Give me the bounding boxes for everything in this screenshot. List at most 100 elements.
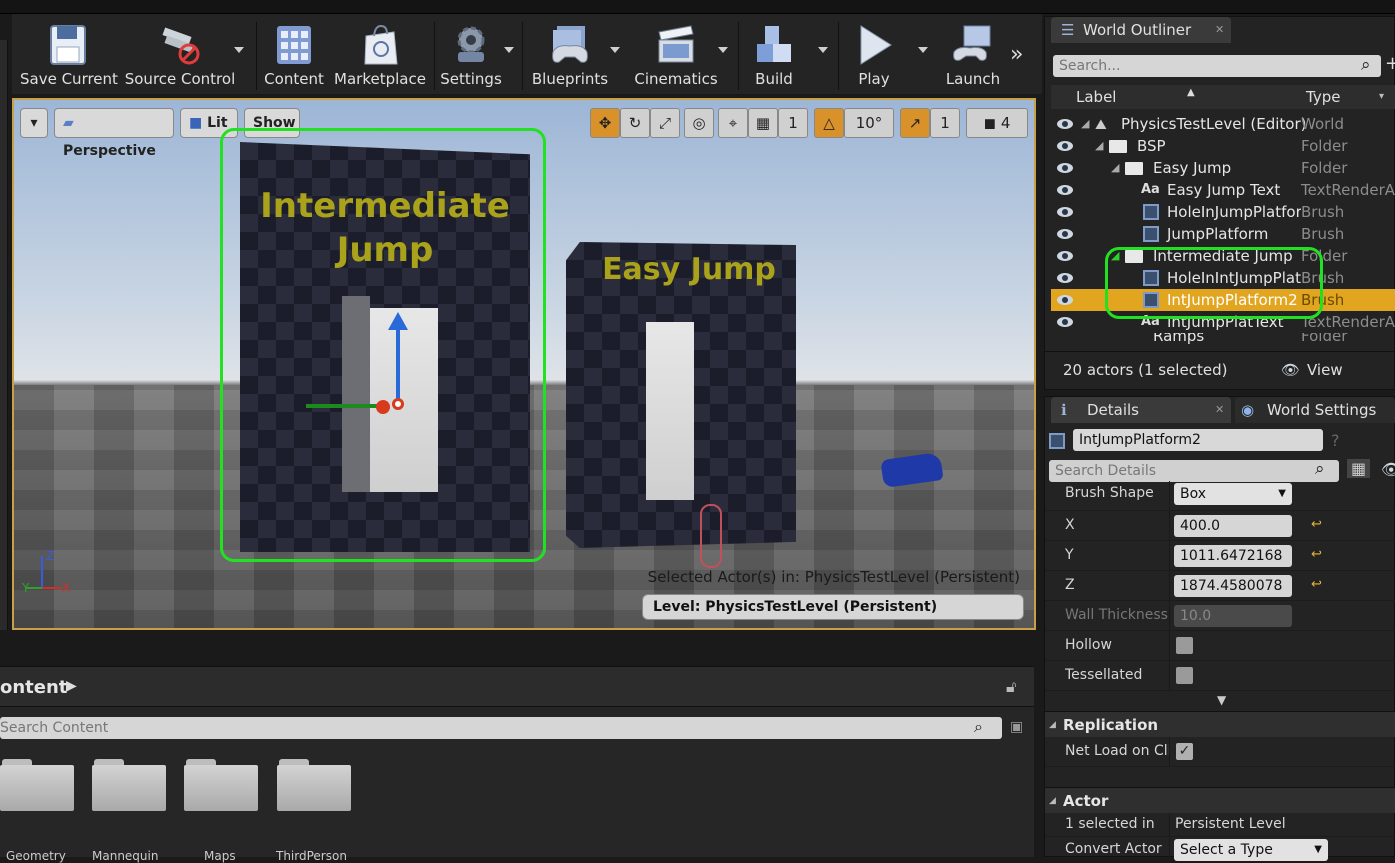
- visibility-eye-icon[interactable]: [1057, 229, 1073, 239]
- outliner-row[interactable]: ◢ ⛰ PhysicsTestLevel (Editor) World: [1051, 113, 1395, 135]
- hollow-checkbox[interactable]: [1176, 637, 1193, 654]
- axis-indicator-icon: Z X Y: [21, 549, 70, 595]
- launch-button[interactable]: Launch: [938, 20, 1008, 92]
- blueprints-dropdown[interactable]: [610, 47, 620, 53]
- outliner-row[interactable]: ◢ Easy Jump Folder: [1051, 157, 1395, 179]
- details-search-input[interactable]: Search Details: [1049, 460, 1339, 482]
- visibility-eye-icon[interactable]: [1057, 163, 1073, 173]
- translate-tool-icon[interactable]: ✥: [590, 108, 620, 138]
- save-current-button[interactable]: Save Current: [20, 20, 118, 92]
- grid-snap-value[interactable]: 1: [778, 108, 808, 138]
- details-search-icon[interactable]: ⌕: [1315, 459, 1325, 479]
- marketplace-button[interactable]: Marketplace: [334, 20, 426, 92]
- scale-snap-value[interactable]: 1: [930, 108, 960, 138]
- y-input[interactable]: 1011.6472168: [1174, 545, 1292, 567]
- property-matrix-icon[interactable]: ▦: [1347, 459, 1371, 478]
- grid-snap-icon[interactable]: ▦: [748, 108, 778, 138]
- wall-thickness-input: 10.0: [1174, 605, 1292, 627]
- visibility-eye-icon[interactable]: 👁︎: [1381, 460, 1395, 479]
- level-viewport[interactable]: ▾ ▰ Perspective ■ Lit Show ✥ ↻ ⤢ ◎ ⌖ ▦ 1…: [12, 98, 1036, 630]
- visibility-eye-icon[interactable]: [1057, 119, 1073, 129]
- visibility-eye-icon[interactable]: [1057, 251, 1073, 261]
- rotate-tool-icon[interactable]: ↻: [620, 108, 650, 138]
- viewport-options-dropdown[interactable]: ▾: [20, 108, 48, 138]
- content-search-input[interactable]: Search Content: [0, 717, 1002, 739]
- visibility-eye-icon[interactable]: [1057, 207, 1073, 217]
- close-tab-icon[interactable]: ✕: [1215, 397, 1224, 423]
- visibility-eye-icon[interactable]: [1057, 317, 1073, 327]
- actor-name-field[interactable]: IntJumpPlatform2: [1073, 429, 1323, 451]
- current-level-box: Level: PhysicsTestLevel (Persistent): [642, 594, 1024, 620]
- camera-speed-button[interactable]: ◼ 4: [966, 108, 1028, 138]
- surface-snap-icon[interactable]: ⌖: [718, 108, 748, 138]
- reset-default-icon[interactable]: ↩: [1311, 517, 1322, 532]
- tab-world-settings[interactable]: ◉ World Settings: [1235, 397, 1395, 423]
- expand-more-icon[interactable]: ▼: [1217, 693, 1226, 707]
- view-options-eye-icon[interactable]: 👁︎: [1281, 352, 1300, 388]
- scale-tool-icon[interactable]: ⤢: [650, 108, 680, 138]
- expand-arrow-icon[interactable]: ◢: [1111, 157, 1119, 179]
- reset-default-icon[interactable]: ↩: [1311, 577, 1322, 592]
- rotation-snap-value[interactable]: 10°: [844, 108, 894, 138]
- visibility-eye-icon[interactable]: [1057, 141, 1073, 151]
- tab-details[interactable]: ℹ Details ✕: [1051, 397, 1231, 423]
- z-input[interactable]: 1874.4580078: [1174, 575, 1292, 597]
- settings-button[interactable]: Settings: [438, 20, 504, 92]
- save-search-icon[interactable]: ▣: [1010, 719, 1023, 735]
- convert-actor-select[interactable]: Select a Type ▼: [1174, 839, 1328, 861]
- world-outliner-panel: ☰ World Outliner ✕ Search... ⌕ + Label ▲…: [1044, 16, 1395, 415]
- source-control-button[interactable]: Source Control: [122, 20, 238, 92]
- visibility-eye-icon[interactable]: [1057, 273, 1073, 283]
- perspective-button[interactable]: ▰ Perspective: [54, 108, 174, 159]
- folder-thirdperson[interactable]: [277, 759, 351, 811]
- outliner-search-input[interactable]: Search...: [1053, 55, 1381, 77]
- lock-icon[interactable]: 🔓︎: [1006, 677, 1016, 697]
- world-local-icon[interactable]: ◎: [684, 108, 714, 138]
- outliner-row[interactable]: Ramps Folder: [1051, 333, 1395, 345]
- x-input[interactable]: 400.0: [1174, 515, 1292, 537]
- column-dropdown-icon[interactable]: ▾: [1379, 85, 1384, 109]
- folder-geometry[interactable]: [0, 759, 74, 811]
- outliner-row[interactable]: HoleInJumpPlatform Brush: [1051, 201, 1395, 223]
- settings-dropdown[interactable]: [504, 47, 514, 53]
- row-name: PhysicsTestLevel (Editor): [1121, 115, 1307, 133]
- replication-section[interactable]: Replication: [1045, 711, 1395, 738]
- cinematics-button[interactable]: Cinematics: [628, 20, 724, 92]
- help-icon[interactable]: ?: [1331, 431, 1340, 450]
- tab-world-outliner[interactable]: ☰ World Outliner ✕: [1051, 17, 1231, 43]
- close-tab-icon[interactable]: ✕: [1215, 17, 1224, 43]
- build-dropdown[interactable]: [818, 47, 828, 53]
- outliner-row[interactable]: Aa Easy Jump Text TextRenderAc: [1051, 179, 1395, 201]
- column-type[interactable]: Type: [1306, 85, 1340, 109]
- expand-arrow-icon[interactable]: ◢: [1081, 113, 1089, 135]
- tessellated-checkbox[interactable]: [1176, 667, 1193, 684]
- outliner-row[interactable]: ◢ BSP Folder: [1051, 135, 1395, 157]
- source-control-dropdown[interactable]: [234, 47, 244, 53]
- rotation-snap-icon[interactable]: △: [814, 108, 844, 138]
- x-label: X: [1065, 517, 1075, 533]
- content-button[interactable]: Content: [262, 20, 326, 92]
- build-button[interactable]: Build: [744, 20, 804, 92]
- outliner-row[interactable]: JumpPlatform Brush: [1051, 223, 1395, 245]
- folder-maps[interactable]: [184, 759, 258, 811]
- content-search-icon[interactable]: ⌕: [974, 717, 983, 737]
- visibility-eye-icon[interactable]: [1057, 185, 1073, 195]
- play-button[interactable]: Play: [842, 20, 906, 92]
- play-dropdown[interactable]: [918, 47, 928, 53]
- breadcrumb-arrow-icon[interactable]: ▶: [66, 678, 77, 694]
- reset-default-icon[interactable]: ↩: [1311, 547, 1322, 562]
- brush-shape-select[interactable]: Box ▼: [1174, 483, 1292, 505]
- cinematics-dropdown[interactable]: [718, 47, 728, 53]
- scale-snap-icon[interactable]: ↗: [900, 108, 930, 138]
- add-icon[interactable]: +: [1385, 53, 1395, 74]
- folder-mannequin[interactable]: [92, 759, 166, 811]
- toolbar-overflow-icon[interactable]: »: [1010, 42, 1023, 67]
- column-label[interactable]: Label: [1076, 85, 1116, 109]
- expand-arrow-icon[interactable]: ◢: [1095, 135, 1103, 157]
- actor-section[interactable]: Actor: [1045, 787, 1395, 814]
- outliner-search-icon[interactable]: ⌕: [1361, 55, 1371, 75]
- blueprints-button[interactable]: Blueprints: [530, 20, 610, 92]
- net-load-checkbox[interactable]: ✓: [1176, 743, 1193, 760]
- player-start[interactable]: [700, 504, 722, 568]
- visibility-eye-icon[interactable]: [1057, 295, 1073, 305]
